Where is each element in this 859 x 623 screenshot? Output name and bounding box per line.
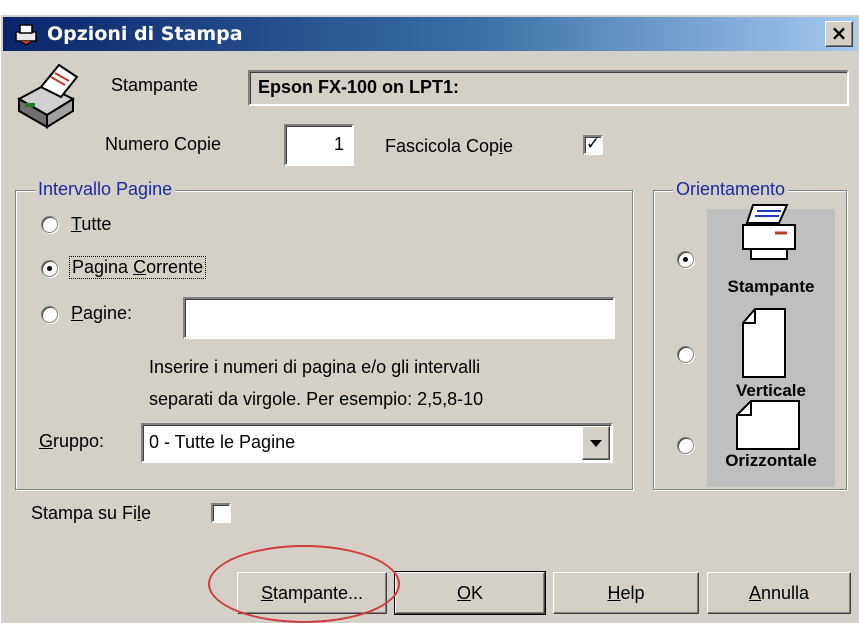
group-label: Gruppo: (39, 431, 105, 451)
group-select[interactable]: 0 - Tutte le Pagine (141, 423, 613, 463)
pages-input[interactable] (183, 297, 615, 339)
label-current-page: Pagina Corrente (69, 256, 207, 279)
group-select-value: 0 - Tutte le Pagine (149, 432, 296, 452)
label-pages: Pagine: (71, 303, 133, 323)
radio-pages[interactable] (41, 306, 58, 323)
close-icon: × (830, 21, 848, 45)
print-to-file-label: Stampa su File (31, 503, 152, 523)
label-all-pages: Tutte (71, 214, 112, 234)
print-options-dialog: Opzioni di Stampa × Stampante Epson FX-1… (0, 14, 859, 623)
dialog-title: Opzioni di Stampa (47, 23, 243, 45)
help-button[interactable]: Help (553, 572, 699, 614)
orientation-title: Orientamento (673, 179, 789, 200)
radio-current-page[interactable] (41, 260, 58, 277)
copies-input[interactable]: 1 (284, 124, 354, 166)
hint-line-2: separati da virgole. Per esempio: 2,5,8-… (149, 389, 484, 409)
landscape-page-icon (736, 400, 800, 450)
printer-name-value: Epson FX-100 on LPT1: (258, 77, 460, 97)
orient-portrait-label: Verticale (736, 381, 806, 400)
orient-landscape-label: Orizzontale (725, 451, 817, 470)
dropdown-button[interactable] (582, 426, 610, 460)
cancel-button[interactable]: Annulla (707, 572, 851, 614)
radio-orient-landscape[interactable] (677, 437, 694, 454)
radio-orient-portrait[interactable] (677, 346, 694, 363)
ok-button[interactable]: OK (394, 571, 546, 615)
title-bar[interactable]: Opzioni di Stampa × (3, 17, 858, 51)
collate-label: Fascicola Copie (385, 136, 514, 156)
close-button[interactable]: × (825, 21, 853, 47)
annotation-ellipse (208, 545, 400, 623)
orient-printer-label: Stampante (727, 277, 815, 296)
chevron-down-icon (590, 440, 602, 447)
checkmark-icon: ✓ (585, 134, 601, 154)
portrait-page-icon (742, 308, 786, 378)
print-to-file-checkbox[interactable] (211, 503, 231, 523)
printer-label: Stampante (111, 75, 199, 95)
printer-orientation-icon (742, 204, 796, 260)
radio-all-pages[interactable] (41, 216, 58, 233)
page-range-title: Intervallo Pagine (35, 179, 176, 200)
printer-app-icon (15, 24, 37, 46)
collate-checkbox[interactable]: ✓ (583, 135, 603, 155)
copies-value: 1 (333, 134, 344, 154)
radio-orient-printer[interactable] (677, 251, 694, 268)
hint-line-1: Inserire i numeri di pagina e/o gli inte… (149, 357, 481, 377)
printer-icon (16, 63, 79, 129)
printer-name-field: Epson FX-100 on LPT1: (248, 70, 849, 106)
copies-label: Numero Copie (105, 134, 222, 154)
